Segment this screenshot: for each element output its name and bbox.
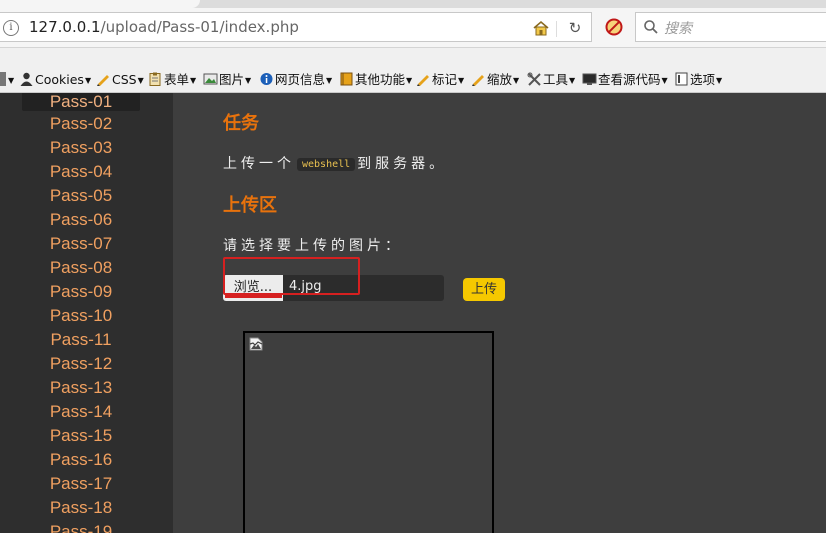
task-suffix: 到服务器。 — [357, 156, 448, 172]
site-info-icon[interactable]: i — [3, 20, 19, 36]
main-content: 任务 上传一个 webshell 到服务器。 上传区 请选择要上传的图片： 浏览..… — [173, 93, 826, 533]
task-code: webshell — [297, 158, 356, 171]
task-prefix: 上传一个 — [223, 156, 295, 172]
home-icon[interactable] — [532, 19, 550, 37]
pencil-icon — [97, 75, 109, 86]
sidebar-item-pass-15[interactable]: Pass-15 — [22, 426, 140, 446]
toolbar-view-source[interactable]: 查看源代码▼ — [582, 71, 668, 89]
address-bar-divider — [556, 21, 557, 37]
toolbar-css[interactable]: CSS▼ — [96, 71, 144, 89]
notebook-icon — [340, 72, 353, 86]
sidebar-item-pass-09[interactable]: Pass-09 — [22, 282, 140, 302]
address-bar[interactable]: i 127.0.0.1/upload/Pass-01/index.php ↻ — [0, 12, 592, 42]
toolbar-resize[interactable]: 缩放▼ — [471, 71, 519, 89]
toolbar-view-source-label: 查看源代码 — [598, 72, 661, 87]
search-icon — [644, 20, 658, 34]
sidebar-item-pass-06[interactable]: Pass-06 — [22, 210, 140, 230]
url-path: /upload/Pass-01/index.php — [100, 18, 299, 36]
task-description: 上传一个 webshell 到服务器。 — [223, 153, 447, 173]
monitor-icon — [582, 73, 597, 85]
toolbar-cookies[interactable]: Cookies▼ — [19, 71, 91, 89]
upload-heading: 上传区 — [223, 195, 277, 216]
sidebar-item-pass-12[interactable]: Pass-12 — [22, 354, 140, 374]
sidebar-item-pass-16[interactable]: Pass-16 — [22, 450, 140, 470]
active-tab[interactable] — [0, 0, 200, 8]
sidebar-item-pass-05[interactable]: Pass-05 — [22, 186, 140, 206]
person-icon — [20, 72, 33, 86]
search-box[interactable]: 搜索 — [635, 12, 826, 42]
toolbar-tools-label: 工具 — [543, 72, 569, 87]
toolbar-misc-label: 其他功能 — [355, 72, 406, 87]
toolbar-tools[interactable]: 工具▼ — [527, 71, 575, 89]
highlight-underline — [225, 295, 282, 298]
image-preview — [243, 331, 494, 533]
toolbar-outline[interactable]: 标记▼ — [416, 71, 464, 89]
sidebar-item-pass-11[interactable]: Pass-11 — [22, 330, 140, 350]
sidebar-item-pass-13[interactable]: Pass-13 — [22, 378, 140, 398]
search-placeholder: 搜索 — [664, 21, 692, 37]
toolbar-cookies-label: Cookies — [35, 72, 84, 87]
toolbar-forms[interactable]: 表单▼ — [148, 71, 196, 89]
url-text[interactable]: 127.0.0.1/upload/Pass-01/index.php — [29, 18, 299, 36]
highlighter-icon — [417, 75, 429, 86]
sidebar-item-pass-19[interactable]: Pass-19 — [22, 522, 140, 533]
disable-icon — [0, 72, 6, 86]
tab-strip — [0, 0, 826, 8]
sidebar-item-pass-07[interactable]: Pass-07 — [22, 234, 140, 254]
sidebar-item-pass-17[interactable]: Pass-17 — [22, 474, 140, 494]
toolbar-menu-partial[interactable]: ▼ — [0, 71, 14, 89]
toolbar-css-label: CSS — [112, 72, 137, 87]
sidebar-item-pass-03[interactable]: Pass-03 — [22, 138, 140, 158]
block-script-icon[interactable] — [605, 18, 623, 36]
upload-button[interactable]: 上传 — [463, 278, 505, 301]
choose-image-label: 请选择要上传的图片： — [223, 238, 403, 254]
toolbar-outline-label: 标记 — [432, 72, 458, 87]
toolbar-options-label: 选项 — [690, 72, 716, 87]
toolbar-resize-label: 缩放 — [487, 72, 513, 87]
web-developer-toolbar: ▼ Cookies▼ CSS▼ 表单▼ 图片▼ 网页信息▼ 其他功能▼ 标记▼ … — [0, 48, 826, 93]
clipboard-icon — [149, 72, 161, 86]
pencil-icon — [472, 75, 484, 86]
options-icon — [675, 72, 688, 86]
page-content: Pass-01 Pass-02 Pass-03 Pass-04 Pass-05 … — [0, 93, 826, 533]
sidebar-item-pass-02[interactable]: Pass-02 — [22, 114, 140, 134]
url-host: 127.0.0.1 — [29, 18, 101, 36]
highlight-box — [223, 257, 360, 295]
toolbar-page-info[interactable]: 网页信息▼ — [259, 71, 332, 89]
toolbar-page-info-label: 网页信息 — [275, 72, 326, 87]
toolbar-forms-label: 表单 — [164, 72, 190, 87]
broken-image-icon — [249, 337, 263, 351]
navigation-bar: i 127.0.0.1/upload/Pass-01/index.php ↻ 搜… — [0, 8, 826, 48]
toolbar-misc[interactable]: 其他功能▼ — [339, 71, 412, 89]
sidebar: Pass-01 Pass-02 Pass-03 Pass-04 Pass-05 … — [0, 93, 173, 533]
reload-icon[interactable]: ↻ — [566, 19, 584, 37]
toolbar-images-label: 图片 — [219, 72, 245, 87]
tools-icon — [527, 72, 541, 86]
sidebar-item-pass-10[interactable]: Pass-10 — [22, 306, 140, 326]
sidebar-item-pass-01[interactable]: Pass-01 — [22, 93, 140, 111]
sidebar-item-pass-18[interactable]: Pass-18 — [22, 498, 140, 518]
task-heading: 任务 — [223, 113, 259, 134]
sidebar-item-pass-14[interactable]: Pass-14 — [22, 402, 140, 422]
image-icon — [203, 73, 218, 85]
sidebar-item-pass-08[interactable]: Pass-08 — [22, 258, 140, 278]
toolbar-options[interactable]: 选项▼ — [674, 71, 722, 89]
sidebar-item-pass-04[interactable]: Pass-04 — [22, 162, 140, 182]
toolbar-images[interactable]: 图片▼ — [203, 71, 251, 89]
info-icon — [260, 73, 273, 85]
